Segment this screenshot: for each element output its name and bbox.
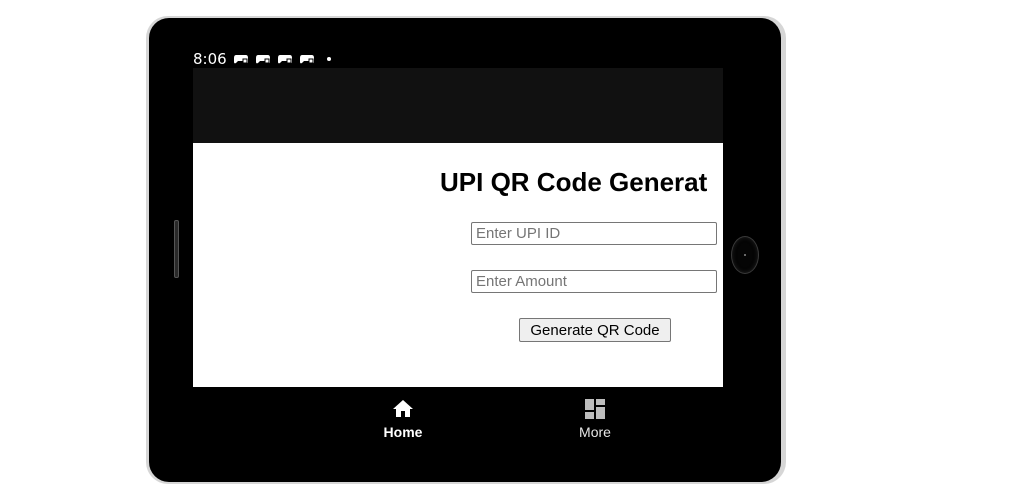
upi-id-input[interactable] bbox=[471, 222, 717, 245]
emulator-stage: 8:06 UPI QR Code Generat Generate QR Cod… bbox=[0, 0, 1024, 500]
dashboard-grid-icon bbox=[583, 397, 607, 421]
amount-input[interactable] bbox=[471, 270, 717, 293]
game-controller-icon bbox=[233, 53, 249, 65]
bottom-navigation: Home More bbox=[193, 387, 723, 457]
nav-item-label: More bbox=[579, 424, 611, 440]
home-icon bbox=[391, 397, 415, 421]
generate-qr-code-button[interactable]: Generate QR Code bbox=[519, 318, 671, 342]
app-bar bbox=[193, 68, 723, 143]
status-time: 8:06 bbox=[193, 50, 227, 68]
side-volume-button[interactable] bbox=[174, 220, 179, 278]
notification-dot-icon bbox=[326, 57, 331, 61]
main-content: UPI QR Code Generat Generate QR Code bbox=[193, 143, 723, 387]
status-bar: 8:06 bbox=[193, 50, 723, 68]
page-title: UPI QR Code Generat bbox=[440, 167, 708, 197]
game-controller-icon bbox=[277, 53, 293, 65]
nav-item-more[interactable]: More bbox=[550, 397, 640, 447]
game-controller-icon bbox=[299, 53, 315, 65]
nav-item-home[interactable]: Home bbox=[358, 397, 448, 447]
game-controller-icon bbox=[255, 53, 271, 65]
hardware-home-button[interactable] bbox=[731, 236, 759, 274]
nav-item-label: Home bbox=[383, 424, 423, 440]
